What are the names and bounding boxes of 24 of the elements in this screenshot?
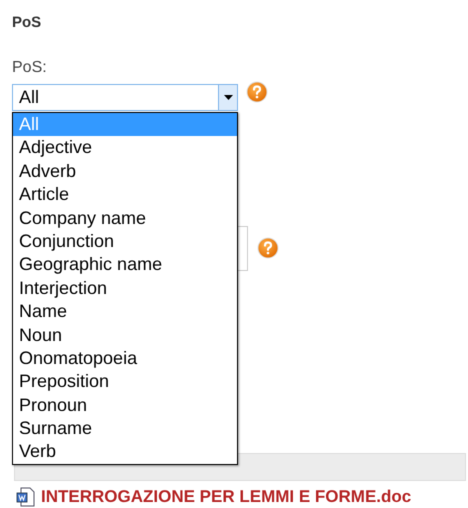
field-label: PoS: xyxy=(12,58,47,78)
dropdown-option[interactable]: Name xyxy=(13,300,237,324)
select-value: All xyxy=(18,86,40,109)
help-icon[interactable] xyxy=(246,81,268,103)
caret-icon xyxy=(224,95,232,100)
section-title: PoS xyxy=(12,13,42,33)
dropdown-option[interactable]: Pronoun xyxy=(13,394,237,418)
help-icon[interactable] xyxy=(257,237,279,259)
dropdown-option[interactable]: Noun xyxy=(13,324,237,347)
dropdown-option[interactable]: Interjection xyxy=(13,276,237,300)
dropdown-option[interactable]: Surname xyxy=(13,417,237,440)
dropdown-option[interactable]: Verb xyxy=(13,440,237,464)
dropdown-option[interactable]: Geographic name xyxy=(13,253,237,277)
dropdown-option[interactable]: Adjective xyxy=(13,136,237,160)
dropdown-option[interactable]: Preposition xyxy=(13,370,237,394)
dropdown-option[interactable]: Onomatopoeia xyxy=(13,346,237,370)
document-icon xyxy=(16,486,36,507)
file-link[interactable]: INTERROGAZIONE PER LEMMI E FORME.doc xyxy=(41,484,412,508)
dropdown-option[interactable]: Adverb xyxy=(13,160,237,184)
dropdown-option[interactable]: Article xyxy=(13,183,237,207)
dropdown-option[interactable]: Company name xyxy=(13,206,237,230)
dropdown-button[interactable] xyxy=(218,85,237,110)
pos-select[interactable]: All xyxy=(12,84,238,111)
dropdown-option[interactable]: Conjunction xyxy=(13,230,237,254)
